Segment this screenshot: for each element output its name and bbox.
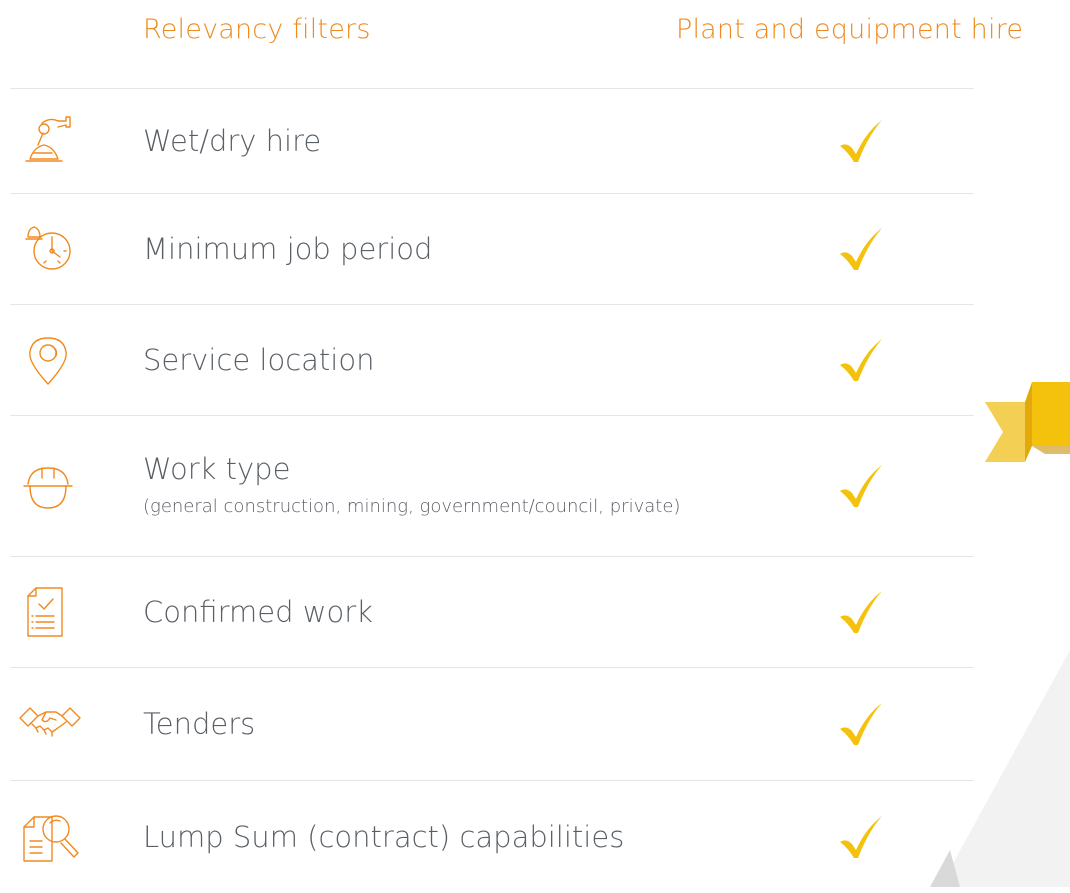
filter-row-confirmed-work: Confirmed work [10,556,974,667]
alarm-clock-icon [25,226,71,270]
filter-row-minimum-job-period: Minimum job period [10,193,974,304]
filter-row-lump-sum-capabilities: Lump Sum (contract) capabilities [10,780,974,893]
filter-label: Confirmed work [143,595,373,629]
document-search-icon [23,815,79,862]
filter-label: Minimum job period [143,232,433,266]
checkmark-icon [840,228,882,270]
filter-row-wet-dry-hire: Wet/dry hire [10,88,974,193]
filter-label: Lump Sum (contract) capabilities [143,820,625,854]
filter-row-work-type: Work type (general construction, mining,… [10,415,974,556]
checklist-document-icon [27,587,63,637]
relevancy-filters-heading: Relevancy filters [143,14,371,45]
table-header: Relevancy filters Plant and equipment hi… [0,14,1070,54]
filter-label: Tenders [143,707,256,741]
checkmark-icon [840,465,882,507]
hard-hat-icon [23,467,73,509]
checkmark-icon [840,591,882,633]
filter-list: Wet/dry hire Minimum job period Service … [10,88,974,893]
hand-shovel-icon [25,116,71,162]
filter-label: Wet/dry hire [143,124,322,158]
filter-sublabel: (general construction, mining, governmen… [143,496,681,518]
checkmark-icon [840,816,882,858]
filter-row-tenders: Tenders [10,667,974,780]
filter-label: Work type (general construction, mining,… [143,452,681,518]
checkmark-icon [840,703,882,745]
filter-label: Service location [143,343,375,377]
plant-equipment-hire-heading: Plant and equipment hire [676,14,1024,45]
filter-row-service-location: Service location [10,304,974,415]
handshake-icon [19,707,81,737]
ribbon-decoration [985,382,1070,462]
map-pin-icon [29,337,67,385]
checkmark-icon [840,339,882,381]
checkmark-icon [840,120,882,162]
